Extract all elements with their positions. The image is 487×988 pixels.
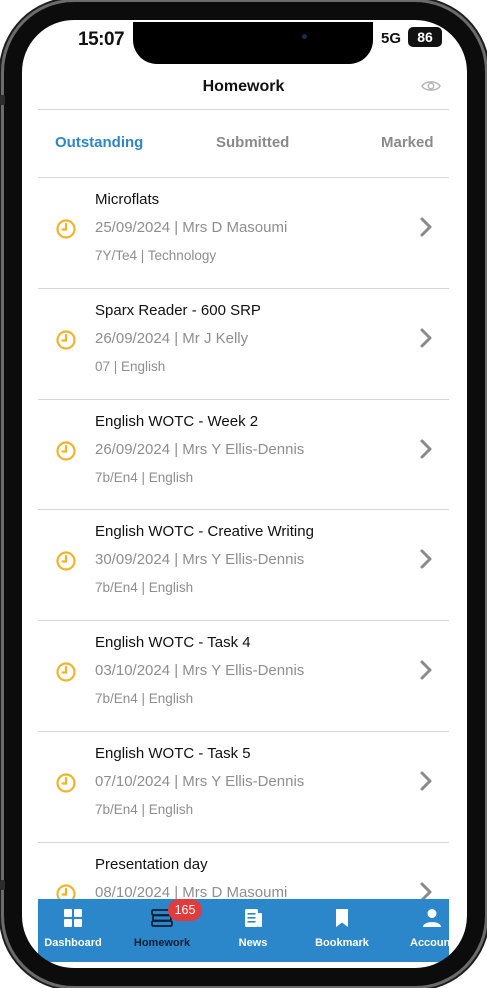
homework-count-badge: 165 xyxy=(168,899,202,921)
account-icon xyxy=(423,909,441,927)
nav-label: Dashboard xyxy=(44,937,102,949)
nav-label: News xyxy=(238,937,268,949)
homework-meta: 26/09/2024 | Mrs Y Ellis-Dennis xyxy=(95,440,305,458)
notch xyxy=(133,22,373,64)
chevron-right-icon xyxy=(420,217,432,237)
homework-meta: 30/09/2024 | Mrs Y Ellis-Dennis xyxy=(95,551,305,569)
bottom-nav: Dashboard 165 Homework News Bookmark Acc… xyxy=(38,899,449,962)
dashboard-icon xyxy=(64,909,82,927)
homework-title: English WOTC - Task 5 xyxy=(95,744,251,762)
homework-tabs: Outstanding Submitted Marked xyxy=(38,110,449,178)
tab-marked[interactable]: Marked xyxy=(381,134,434,151)
chevron-right-icon xyxy=(420,771,432,791)
homework-class: 7b/En4 | English xyxy=(95,691,194,707)
clock-icon xyxy=(56,662,76,682)
homework-meta: 07/10/2024 | Mrs Y Ellis-Dennis xyxy=(95,772,305,790)
homework-title: English WOTC - Creative Writing xyxy=(95,523,314,541)
eye-icon[interactable] xyxy=(421,79,441,93)
camera-dot xyxy=(302,34,307,39)
status-bar: 15:07 5G 86 xyxy=(38,22,449,64)
clock-icon xyxy=(56,773,76,793)
homework-title: Sparx Reader - 600 SRP xyxy=(95,301,261,319)
side-button xyxy=(0,95,5,105)
battery-indicator: 86 xyxy=(408,27,442,47)
clock-icon xyxy=(56,219,76,239)
homework-list: Microflats 25/09/2024 | Mrs D Masoumi 7Y… xyxy=(38,178,449,954)
homework-item[interactable]: English WOTC - Week 2 26/09/2024 | Mrs Y… xyxy=(38,400,449,511)
clock-icon xyxy=(56,551,76,571)
nav-label: Account xyxy=(410,937,449,949)
page-title: Homework xyxy=(202,78,285,95)
homework-item[interactable]: English WOTC - Task 5 07/10/2024 | Mrs Y… xyxy=(38,732,449,843)
homework-class: 7Y/Te4 | Technology xyxy=(95,248,217,263)
homework-title: English WOTC - Task 4 xyxy=(95,634,251,652)
network-indicator: 5G xyxy=(381,30,402,47)
chevron-right-icon xyxy=(420,328,432,348)
nav-bookmark[interactable]: Bookmark xyxy=(302,899,382,962)
homework-item[interactable]: English WOTC - Task 4 03/10/2024 | Mrs Y… xyxy=(38,621,449,732)
chevron-right-icon xyxy=(420,549,432,569)
homework-title: Microflats xyxy=(95,191,160,208)
homework-meta: 03/10/2024 | Mrs Y Ellis-Dennis xyxy=(95,662,305,680)
bookmark-icon xyxy=(336,909,348,927)
status-time: 15:07 xyxy=(78,29,125,50)
homework-meta: 25/09/2024 | Mrs D Masoumi xyxy=(95,219,288,236)
nav-news[interactable]: News xyxy=(213,899,293,962)
nav-homework[interactable]: 165 Homework xyxy=(122,899,202,962)
chevron-right-icon xyxy=(420,660,432,680)
tab-submitted[interactable]: Submitted xyxy=(216,134,289,151)
side-button xyxy=(0,880,5,890)
homework-class: 07 | English xyxy=(95,358,166,374)
chevron-right-icon xyxy=(420,439,432,459)
homework-class: 7b/En4 | English xyxy=(95,801,194,817)
homework-item[interactable]: English WOTC - Creative Writing 30/09/20… xyxy=(38,510,449,622)
homework-meta: 26/09/2024 | Mr J Kelly xyxy=(95,329,249,347)
nav-account[interactable]: Account xyxy=(392,899,449,962)
clock-icon xyxy=(56,440,76,461)
homework-class: 7b/En4 | English xyxy=(95,469,194,485)
app-header: Homework xyxy=(38,66,449,110)
clock-icon xyxy=(56,330,76,350)
nav-label: Bookmark xyxy=(315,937,369,949)
homework-title: Presentation day xyxy=(95,855,208,873)
homework-item[interactable]: Sparx Reader - 600 SRP 26/09/2024 | Mr J… xyxy=(38,289,449,400)
tab-outstanding[interactable]: Outstanding xyxy=(55,134,143,151)
nav-dashboard[interactable]: Dashboard xyxy=(38,899,113,962)
news-icon xyxy=(245,909,262,927)
homework-item[interactable]: Microflats 25/09/2024 | Mrs D Masoumi 7Y… xyxy=(38,178,449,289)
homework-title: English WOTC - Week 2 xyxy=(95,412,259,430)
screen: 15:07 5G 86 Homework Outstanding Submitt… xyxy=(38,22,449,962)
homework-class: 7b/En4 | English xyxy=(95,580,194,596)
phone-frame: 15:07 5G 86 Homework Outstanding Submitt… xyxy=(0,0,487,988)
nav-label: Homework xyxy=(133,937,191,949)
